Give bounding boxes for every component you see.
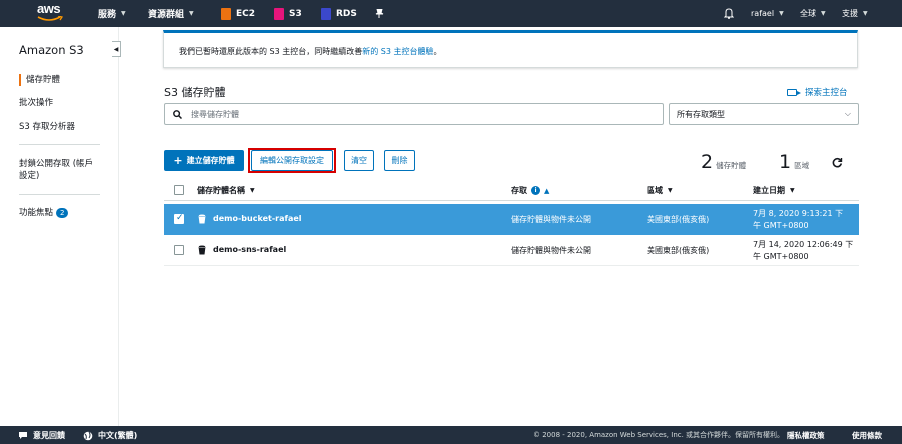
explore-console-link[interactable]: 探索主控台 [787, 86, 848, 98]
sidebar-title: Amazon S3 [19, 43, 84, 57]
search-box [164, 103, 664, 125]
table-header: 儲存貯體名稱 ▼ 存取 i ▲ 區域 ▼ 建立日期 ▼ [164, 180, 859, 201]
sort-up-icon: ▲ [544, 186, 550, 195]
sidebar-item-block-public-access[interactable]: 封鎖公開存取 (帳戶 設定) [19, 158, 109, 182]
column-header-region[interactable]: 區域 ▼ [647, 185, 673, 196]
buckets-count: 2 儲存貯體 [701, 151, 747, 173]
search-icon [173, 109, 182, 119]
access-type-filter[interactable]: 所有存取類型 ⌵ [669, 103, 859, 125]
sidebar-item-batch-operations[interactable]: 批次操作 [19, 97, 53, 109]
bucket-region: 美國東部(俄亥俄) [647, 215, 710, 224]
pinned-ec2[interactable]: EC2 [221, 0, 255, 27]
info-icon[interactable]: i [531, 186, 540, 195]
refresh-icon[interactable] [832, 157, 843, 171]
collapse-sidebar-button[interactable]: ◀ [112, 41, 121, 57]
language-selector[interactable]: 中文(繁體) [83, 430, 137, 441]
chevron-down-icon: ▼ [121, 10, 126, 17]
bucket-access: 儲存貯體與物件未公開 [511, 215, 591, 224]
empty-bucket-button[interactable]: 清空 [344, 150, 374, 171]
bucket-icon [198, 245, 206, 255]
chevron-down-icon: ▼ [779, 10, 784, 17]
top-navigation-bar: aws 服務 ▼ 資源群組 ▼ EC2 S3 RDS rafael ▼ 全球 ▼ 支援 ▼ [0, 0, 902, 27]
bucket-icon [198, 214, 206, 224]
bucket-created-date-cont: 午 GMT+0800 [753, 221, 809, 230]
bucket-created-date: 7月 8, 2020 9:13:21 下 [753, 209, 844, 218]
s3-icon [274, 7, 284, 20]
chat-icon [19, 432, 27, 439]
sidebar-divider [19, 144, 100, 145]
sidebar-item-access-analyzer[interactable]: S3 存取分析器 [19, 121, 75, 133]
plus-icon: + [173, 154, 183, 167]
pin-icon[interactable] [375, 0, 384, 27]
support-menu[interactable]: 支援 ▼ [842, 0, 868, 27]
chevron-down-icon: ▼ [821, 10, 826, 17]
video-icon [787, 88, 801, 96]
aws-logo[interactable]: aws [37, 2, 65, 24]
services-menu[interactable]: 服務 ▼ [98, 0, 126, 27]
bucket-created-date: 7月 14, 2020 12:06:49 下 [753, 240, 854, 249]
feedback-link[interactable]: 意見回饋 [18, 430, 65, 441]
regions-count: 1 區域 [779, 151, 810, 173]
sort-down-icon: ▼ [790, 187, 795, 194]
table-row[interactable]: demo-sns-rafael 儲存貯體與物件未公開 美國東部(俄亥俄) 7月 … [164, 235, 859, 266]
copyright-text: © 2008 - 2020, Amazon Web Services, Inc.… [533, 431, 785, 439]
highlight-box [248, 148, 336, 173]
footer: 意見回饋 中文(繁體) © 2008 - 2020, Amazon Web Se… [0, 426, 902, 444]
row-checkbox[interactable] [174, 245, 184, 255]
column-header-access[interactable]: 存取 i ▲ [511, 185, 549, 196]
globe-icon [83, 431, 93, 440]
search-input[interactable] [191, 109, 641, 119]
sort-down-icon: ▼ [668, 187, 673, 194]
spotlight-count-badge: 2 [56, 208, 69, 218]
bucket-name[interactable]: demo-sns-rafael [213, 245, 286, 254]
rds-icon [321, 7, 331, 20]
bucket-region: 美國東部(俄亥俄) [647, 246, 710, 255]
sidebar: Amazon S3 儲存貯體 批次操作 S3 存取分析器 封鎖公開存取 (帳戶 … [0, 27, 119, 426]
terms-of-use-link[interactable]: 使用條款 [852, 430, 882, 441]
sidebar-divider [19, 194, 100, 195]
sidebar-item-feature-spotlight[interactable]: 功能焦點 2 [19, 207, 69, 219]
chevron-down-icon: ▼ [189, 10, 194, 17]
ec2-icon [221, 7, 231, 20]
select-all-checkbox[interactable] [174, 185, 184, 195]
notifications-bell-icon[interactable] [724, 0, 734, 27]
chevron-down-icon: ▼ [863, 10, 868, 17]
aws-smile-icon [37, 16, 63, 21]
table-row[interactable]: demo-bucket-rafael 儲存貯體與物件未公開 美國東部(俄亥俄) … [164, 204, 859, 235]
info-banner: 我們已暫時還原此版本的 S3 主控台，同時繼續改善新的 S3 主控台體驗。 [163, 30, 858, 68]
sidebar-item-buckets[interactable]: 儲存貯體 [19, 74, 60, 86]
bucket-name[interactable]: demo-bucket-rafael [213, 214, 302, 223]
delete-bucket-button[interactable]: 刪除 [384, 150, 415, 171]
column-header-created[interactable]: 建立日期 ▼ [753, 185, 795, 196]
page-title: S3 儲存貯體 [164, 86, 226, 99]
region-menu[interactable]: 全球 ▼ [800, 0, 826, 27]
chevron-down-icon: ⌵ [844, 109, 851, 118]
pinned-rds[interactable]: RDS [321, 0, 357, 27]
create-bucket-button[interactable]: + 建立儲存貯體 [164, 150, 244, 171]
privacy-policy-link[interactable]: 隱私權政策 [787, 430, 825, 441]
new-console-link[interactable]: 新的 S3 主控台體驗 [362, 47, 433, 56]
bucket-created-date-cont: 午 GMT+0800 [753, 252, 809, 261]
sort-down-icon: ▼ [250, 187, 255, 194]
row-checkbox[interactable] [174, 213, 184, 224]
pinned-s3[interactable]: S3 [274, 0, 302, 27]
chevron-left-icon: ◀ [113, 45, 119, 53]
user-menu[interactable]: rafael ▼ [751, 0, 784, 27]
column-header-name[interactable]: 儲存貯體名稱 ▼ [197, 185, 255, 196]
resource-groups-menu[interactable]: 資源群組 ▼ [148, 0, 194, 27]
bucket-access: 儲存貯體與物件未公開 [511, 246, 591, 255]
